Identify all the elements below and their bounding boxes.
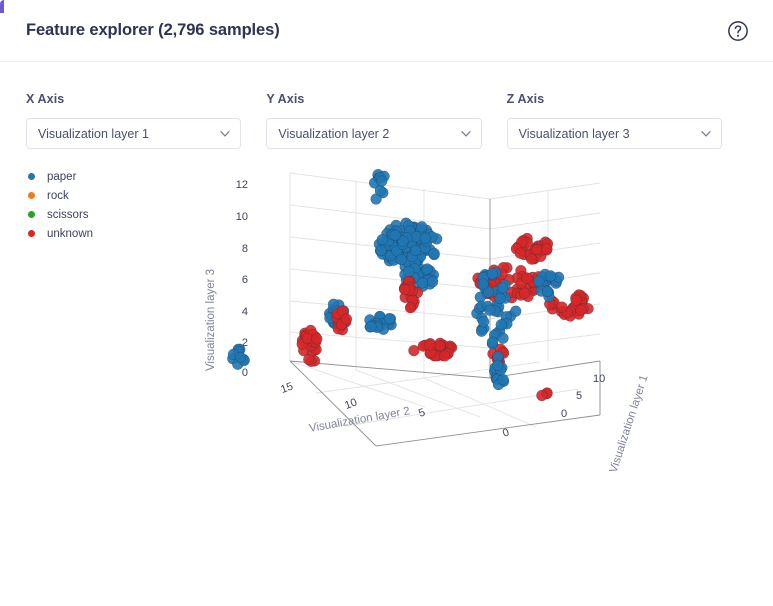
scatter-point — [486, 336, 499, 348]
scatter-point — [536, 389, 548, 402]
x-tick: 10 — [343, 396, 359, 411]
scatter-point — [376, 233, 388, 246]
scatter-point — [486, 268, 498, 280]
scatter-point — [374, 185, 387, 197]
scatter-point — [475, 325, 488, 337]
scatter-point — [541, 285, 554, 298]
x-axis-title: Visualization layer 2 — [308, 405, 411, 435]
scatter-point — [416, 221, 428, 233]
legend-label-paper: paper — [47, 170, 77, 183]
scatter-point — [497, 373, 509, 386]
scatter-point — [376, 175, 388, 187]
scatter-point — [533, 275, 545, 287]
scatter-point — [497, 332, 509, 344]
legend-item-rock[interactable]: rock — [28, 186, 178, 205]
scatter-point — [477, 316, 490, 328]
legend-label-scissors: scissors — [47, 208, 89, 221]
question-circle-icon[interactable] — [727, 20, 749, 42]
legend-label-unknown: unknown — [47, 227, 94, 240]
page-title: Feature explorer (2,796 samples) — [26, 21, 280, 39]
scatter-point — [311, 333, 323, 345]
scatter-point — [234, 351, 247, 364]
plot-area: paper rock scissors unknown 12 10 8 6 4 … — [0, 165, 773, 565]
x-tick: 15 — [279, 380, 295, 395]
scatter-point — [365, 320, 377, 333]
legend-swatch-rock — [28, 192, 35, 199]
scatter-point — [438, 350, 451, 362]
z-axis-label: Z Axis — [506, 92, 545, 106]
scatter-point — [510, 305, 522, 317]
x-axis-select[interactable]: Visualization layer 1 — [26, 118, 242, 149]
z-tick: 4 — [242, 306, 248, 318]
scatter-point — [419, 232, 431, 244]
scatter-point — [408, 344, 420, 357]
legend-item-paper[interactable]: paper — [28, 167, 178, 186]
z-tick: 8 — [242, 243, 248, 255]
scatter-point — [375, 244, 387, 257]
scatter-point — [426, 276, 439, 288]
z-axis-title: Visualization layer 3 — [205, 269, 217, 371]
legend-item-scissors[interactable]: scissors — [28, 205, 178, 224]
y-axis-title: Visualization layer 1 — [608, 374, 651, 475]
scatter-point — [409, 244, 422, 256]
scatter-point — [541, 243, 553, 255]
scatter-point — [556, 301, 568, 313]
scatter-point — [383, 313, 395, 325]
scatter-point — [514, 247, 526, 259]
z-axis-control: Z Axis Visualization layer 3 — [506, 92, 722, 149]
scatter-point — [531, 243, 543, 256]
scatter-points — [227, 169, 594, 402]
x-axis-control: X Axis Visualization layer 1 — [26, 92, 242, 149]
scatter-point — [399, 283, 411, 296]
y-axis-label: Y Axis — [266, 92, 305, 106]
legend-swatch-unknown — [28, 230, 35, 237]
scatter-point — [570, 294, 582, 306]
axis-controls: X Axis Visualization layer 1 Y Axis Visu… — [0, 62, 773, 149]
scatter-point — [575, 304, 587, 316]
scatter-point — [424, 339, 436, 351]
legend-swatch-scissors — [28, 211, 35, 218]
y-tick: 10 — [593, 373, 605, 385]
card-header: Feature explorer (2,796 samples) — [0, 0, 773, 62]
scatter-point — [484, 304, 496, 316]
z-tick: 10 — [236, 211, 248, 223]
scatter-point — [518, 287, 531, 299]
scatter-point — [544, 270, 557, 282]
scatter-point — [404, 302, 417, 314]
scatter-point — [421, 263, 433, 275]
scatter-point — [492, 359, 504, 371]
scatter-point — [389, 229, 401, 241]
scatter-point — [395, 253, 407, 266]
scatter-point — [496, 282, 509, 294]
scatter-point — [494, 292, 506, 305]
scatter-3d-chart[interactable]: 12 10 8 6 4 2 0 Visualization layer 3 15… — [180, 165, 773, 565]
chart-legend: paper rock scissors unknown — [28, 167, 178, 243]
scatter-point — [525, 253, 538, 265]
y-axis-control: Y Axis Visualization layer 2 — [266, 92, 482, 149]
z-tick: 0 — [242, 367, 248, 379]
scatter-point — [495, 319, 507, 331]
y-tick: 5 — [576, 390, 582, 402]
scatter-point — [403, 265, 415, 278]
scatter-point — [303, 353, 315, 366]
feature-explorer-card: Feature explorer (2,796 samples) X Axis … — [0, 0, 773, 606]
scatter-point — [521, 272, 533, 284]
scatter-point — [301, 332, 313, 345]
scatter-point — [477, 278, 489, 290]
y-axis-select[interactable]: Visualization layer 2 — [266, 118, 482, 149]
legend-swatch-paper — [28, 173, 35, 180]
z-tick: 6 — [242, 274, 248, 286]
z-axis-select[interactable]: Visualization layer 3 — [506, 118, 722, 149]
x-axis-label: X Axis — [26, 92, 65, 106]
scatter-point — [434, 340, 446, 352]
y-axis-ticks: 10 5 0 — [561, 373, 605, 420]
z-tick: 12 — [236, 179, 248, 191]
legend-item-unknown[interactable]: unknown — [28, 224, 178, 243]
x-tick: 0 — [501, 426, 511, 439]
scatter-point — [340, 313, 353, 325]
y-tick: 0 — [561, 408, 567, 420]
legend-label-rock: rock — [47, 189, 69, 202]
